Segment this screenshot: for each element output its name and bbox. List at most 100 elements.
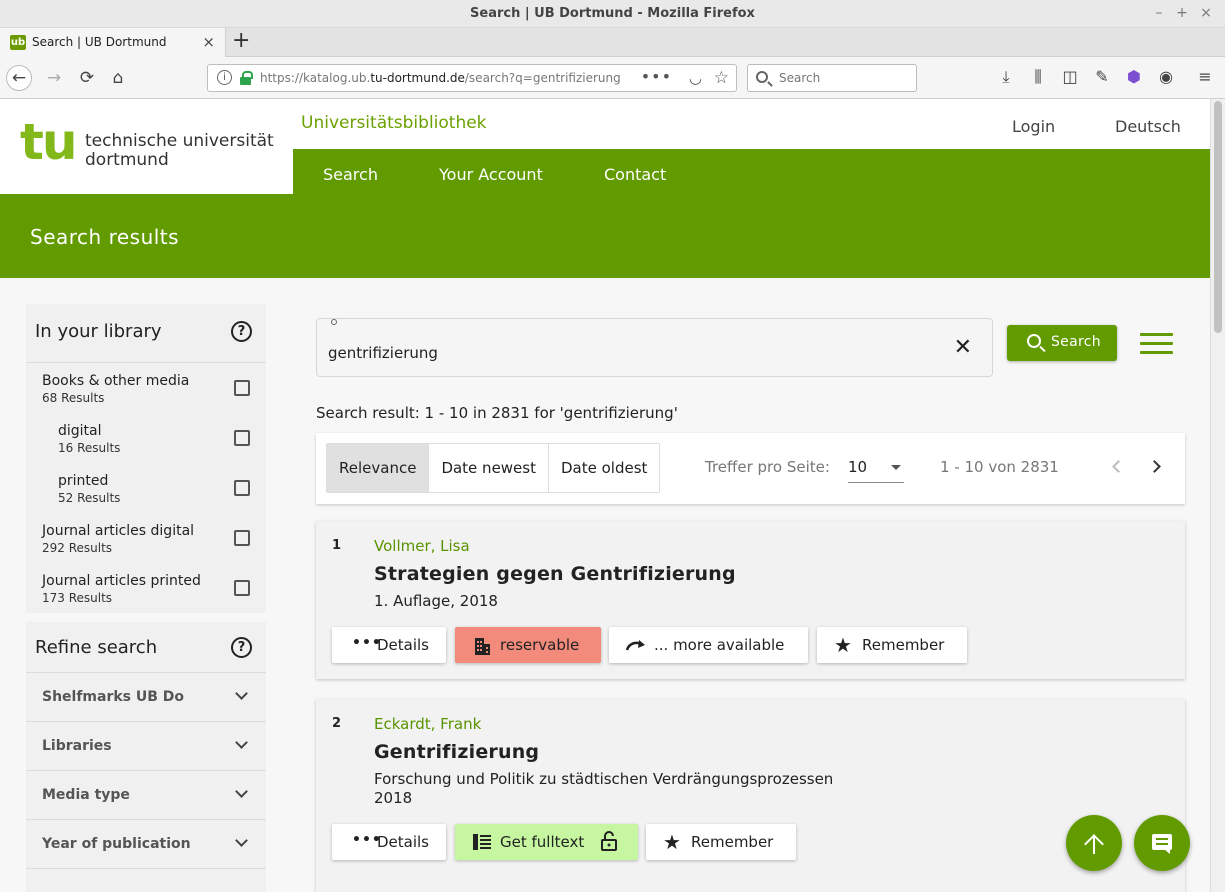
facet-count: 68 Results (42, 391, 105, 405)
result-author[interactable]: Eckardt, Frank (374, 715, 481, 733)
details-button[interactable]: ••• Details (332, 824, 446, 860)
star-icon: ★ (663, 830, 681, 854)
pocket-icon[interactable]: ◡ (689, 69, 702, 87)
page-content: tu technische universität dortmund Unive… (0, 99, 1210, 892)
search-query[interactable]: gentrifizierung (328, 344, 438, 362)
sort-relevance[interactable]: Relevance (327, 444, 430, 492)
facet-count: 52 Results (58, 491, 121, 505)
nav-search[interactable]: Search (323, 165, 378, 184)
library-icon[interactable]: ⫼ (1027, 67, 1049, 87)
result-number: 2 (332, 716, 342, 731)
refine-year[interactable]: Year of publication (26, 820, 266, 869)
window-title: Search | UB Dortmund - Mozilla Firefox (470, 6, 755, 21)
browser-search-box[interactable]: Search (747, 64, 917, 92)
forward-button[interactable]: → (41, 65, 67, 91)
close-window-button[interactable]: × (1198, 5, 1214, 21)
result-author[interactable]: Vollmer, Lisa (374, 537, 470, 555)
page-header-band: Search results (0, 194, 1210, 278)
browser-tab[interactable]: ub Search | UB Dortmund × (0, 28, 226, 57)
facet-checkbox[interactable] (234, 430, 250, 446)
new-tab-button[interactable]: + (232, 30, 250, 52)
facet-checkbox[interactable] (234, 480, 250, 496)
hamburger-menu-icon[interactable]: ≡ (1194, 67, 1216, 86)
help-icon[interactable]: ? (231, 321, 252, 342)
facet-journal-printed[interactable]: Journal articles printed 173 Results (26, 563, 266, 613)
refine-label: Libraries (42, 738, 112, 754)
details-button[interactable]: ••• Details (332, 627, 446, 663)
url-text[interactable]: https://katalog.ub.tu-dortmund.de/search… (260, 71, 621, 85)
account-icon[interactable]: ◉ (1155, 67, 1177, 86)
download-icon[interactable]: ⤓ (995, 67, 1017, 87)
url-bar[interactable]: i https://katalog.ub.tu-dortmund.de/sear… (207, 64, 737, 92)
minimize-button[interactable]: – (1151, 5, 1167, 21)
result-subtitle: Forschung und Politik zu städtischen Ver… (374, 770, 834, 788)
scrollbar-thumb[interactable] (1214, 101, 1222, 333)
catalog-search-input[interactable]: gentrifizierung ✕ (316, 318, 993, 377)
refine-shelfmarks[interactable]: Shelfmarks UB Do (26, 673, 266, 722)
logo-mark: tu (20, 113, 77, 171)
chevron-right-icon[interactable] (1148, 460, 1161, 473)
clear-icon[interactable]: ✕ (954, 337, 972, 359)
search-button[interactable]: Search (1007, 325, 1117, 361)
eyedropper-icon[interactable]: ✎ (1091, 67, 1113, 86)
facet-printed[interactable]: printed 52 Results (26, 463, 266, 513)
home-icon[interactable]: ⌂ (105, 65, 131, 91)
menu-icon[interactable] (1140, 333, 1173, 355)
reload-icon[interactable]: ⟳ (74, 65, 100, 91)
facet-checkbox[interactable] (234, 580, 250, 596)
refine-libraries[interactable]: Libraries (26, 722, 266, 771)
nav-your-account[interactable]: Your Account (439, 165, 543, 184)
help-icon[interactable]: ? (231, 637, 252, 658)
result-summary: Search result: 1 - 10 in 2831 for 'gentr… (316, 404, 678, 422)
page-title: Search results (30, 225, 180, 249)
facet-digital[interactable]: digital 16 Results (26, 413, 266, 463)
more-available-button[interactable]: ... more available (609, 627, 808, 663)
facet-checkbox[interactable] (234, 380, 250, 396)
result-title[interactable]: Strategien gegen Gentrifizierung (374, 563, 736, 585)
login-link[interactable]: Login (1012, 117, 1055, 136)
facet-books[interactable]: Books & other media 68 Results (26, 363, 266, 413)
refine-label: Year of publication (42, 836, 191, 852)
back-button[interactable]: ← (6, 65, 32, 91)
language-link[interactable]: Deutsch (1115, 117, 1181, 136)
site-info-icon[interactable]: i (217, 70, 232, 85)
result-title[interactable]: Gentrifizierung (374, 741, 539, 763)
per-page-select[interactable]: 10 (848, 456, 904, 483)
facet-count: 173 Results (42, 591, 113, 605)
facet-journal-digital[interactable]: Journal articles digital 292 Results (26, 513, 266, 563)
sort-date-oldest[interactable]: Date oldest (549, 444, 659, 492)
bookmark-star-icon[interactable]: ☆ (714, 68, 729, 88)
facet-label: Journal articles printed (42, 573, 201, 589)
nav-contact[interactable]: Contact (604, 165, 666, 184)
tu-logo[interactable]: tu technische universität dortmund (0, 99, 293, 194)
chevron-down-icon (235, 834, 248, 847)
page-scrollbar[interactable] (1210, 99, 1225, 892)
chevron-left-icon[interactable] (1112, 460, 1125, 473)
dropdown-caret-icon (891, 465, 901, 470)
library-name[interactable]: Universitätsbibliothek (301, 113, 487, 133)
ub-favicon-icon: ub (10, 35, 26, 50)
sidebar-icon[interactable]: ◫ (1059, 67, 1081, 86)
chevron-down-icon (235, 687, 248, 700)
remember-button[interactable]: ★ Remember (817, 627, 967, 663)
redo-arrow-icon (625, 640, 645, 651)
extension-icon[interactable]: ⬢ (1123, 67, 1145, 86)
close-tab-icon[interactable]: × (202, 33, 215, 51)
chat-button[interactable] (1134, 815, 1190, 871)
maximize-button[interactable]: + (1174, 5, 1190, 21)
refine-header: Refine search ? (26, 622, 266, 673)
facet-checkbox[interactable] (234, 530, 250, 546)
browser-toolbar: ← → ⟳ ⌂ i https://katalog.ub.tu-dortmund… (0, 57, 1225, 99)
sort-date-newest[interactable]: Date newest (429, 444, 549, 492)
star-icon: ★ (834, 633, 852, 657)
reservable-button[interactable]: reservable (455, 627, 601, 663)
scroll-to-top-button[interactable] (1066, 815, 1122, 871)
get-fulltext-button[interactable]: Get fulltext (455, 824, 638, 860)
library-facets-header: In your library ? (26, 304, 266, 363)
result-number: 1 (332, 538, 342, 553)
refine-media-type[interactable]: Media type (26, 771, 266, 820)
page-actions-icon[interactable]: ••• (641, 67, 672, 86)
remember-button[interactable]: ★ Remember (646, 824, 796, 860)
refine-panel: Refine search ? Shelfmarks UB Do Librari… (26, 622, 266, 892)
result-item: 2 Eckardt, Frank Gentrifizierung Forschu… (316, 699, 1185, 892)
